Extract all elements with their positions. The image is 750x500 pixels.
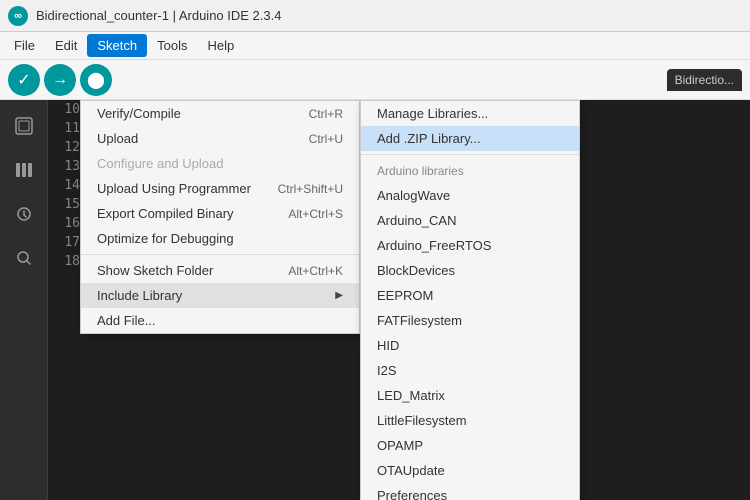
tab-filename: Bidirectio...: [667, 69, 742, 91]
lib-arduino-can[interactable]: Arduino_CAN: [361, 208, 579, 233]
menu-add-file[interactable]: Add File...: [81, 308, 359, 333]
sketch-menu: Verify/Compile Ctrl+R Upload Ctrl+U Conf…: [80, 100, 360, 334]
lib-blockdevices[interactable]: BlockDevices: [361, 258, 579, 283]
lib-i2s[interactable]: I2S: [361, 358, 579, 383]
menu-export-binary[interactable]: Export Compiled Binary Alt+Ctrl+S: [81, 201, 359, 226]
menu-optimize-debug[interactable]: Optimize for Debugging: [81, 226, 359, 251]
library-submenu: Manage Libraries... Add .ZIP Library... …: [360, 100, 580, 500]
boards-icon[interactable]: [6, 108, 42, 144]
debug-button[interactable]: ⬤: [80, 64, 112, 96]
menu-tools[interactable]: Tools: [147, 34, 197, 57]
libraries-icon[interactable]: [6, 152, 42, 188]
menu-sketch[interactable]: Sketch: [87, 34, 147, 57]
lib-opamp[interactable]: OPAMP: [361, 433, 579, 458]
menu-upload-programmer[interactable]: Upload Using Programmer Ctrl+Shift+U: [81, 176, 359, 201]
debug-icon[interactable]: [6, 196, 42, 232]
sidebar: [0, 100, 48, 500]
menu-include-library[interactable]: Include Library ▶: [81, 283, 359, 308]
menu-file[interactable]: File: [4, 34, 45, 57]
lib-littlefilesystem[interactable]: LittleFilesystem: [361, 408, 579, 433]
app-logo: ∞: [8, 6, 28, 26]
sketch-dropdown: Verify/Compile Ctrl+R Upload Ctrl+U Conf…: [80, 100, 360, 334]
lib-hid[interactable]: HID: [361, 333, 579, 358]
lib-arduino-freertos[interactable]: Arduino_FreeRTOS: [361, 233, 579, 258]
lib-section-header: Arduino libraries: [361, 158, 579, 183]
menu-configure-upload: Configure and Upload: [81, 151, 359, 176]
menu-upload[interactable]: Upload Ctrl+U: [81, 126, 359, 151]
menu-bar: File Edit Sketch Tools Help: [0, 32, 750, 60]
menu-show-folder[interactable]: Show Sketch Folder Alt+Ctrl+K: [81, 258, 359, 283]
lib-preferences[interactable]: Preferences: [361, 483, 579, 500]
title-bar: ∞ Bidirectional_counter-1 | Arduino IDE …: [0, 0, 750, 32]
title-bar-text: Bidirectional_counter-1 | Arduino IDE 2.…: [36, 8, 281, 23]
lib-analogwave[interactable]: AnalogWave: [361, 183, 579, 208]
lib-separator: [361, 154, 579, 155]
toolbar: ✓ → ⬤ Bidirectio...: [0, 60, 750, 100]
verify-button[interactable]: ✓: [8, 64, 40, 96]
lib-otaupdate[interactable]: OTAUpdate: [361, 458, 579, 483]
menu-separator-1: [81, 254, 359, 255]
menu-help[interactable]: Help: [197, 34, 244, 57]
menu-verify-compile[interactable]: Verify/Compile Ctrl+R: [81, 101, 359, 126]
lib-manage[interactable]: Manage Libraries...: [361, 101, 579, 126]
lib-eeprom[interactable]: EEPROM: [361, 283, 579, 308]
main-area: 10 11 int out_count = 0; // Variable 12 …: [0, 100, 750, 500]
code-editor: 10 11 int out_count = 0; // Variable 12 …: [48, 100, 750, 500]
lib-fatfilesystem[interactable]: FATFilesystem: [361, 308, 579, 333]
upload-button[interactable]: →: [44, 64, 76, 96]
lib-add-zip[interactable]: Add .ZIP Library...: [361, 126, 579, 151]
search-icon[interactable]: [6, 240, 42, 276]
lib-led-matrix[interactable]: LED_Matrix: [361, 383, 579, 408]
menu-edit[interactable]: Edit: [45, 34, 87, 57]
